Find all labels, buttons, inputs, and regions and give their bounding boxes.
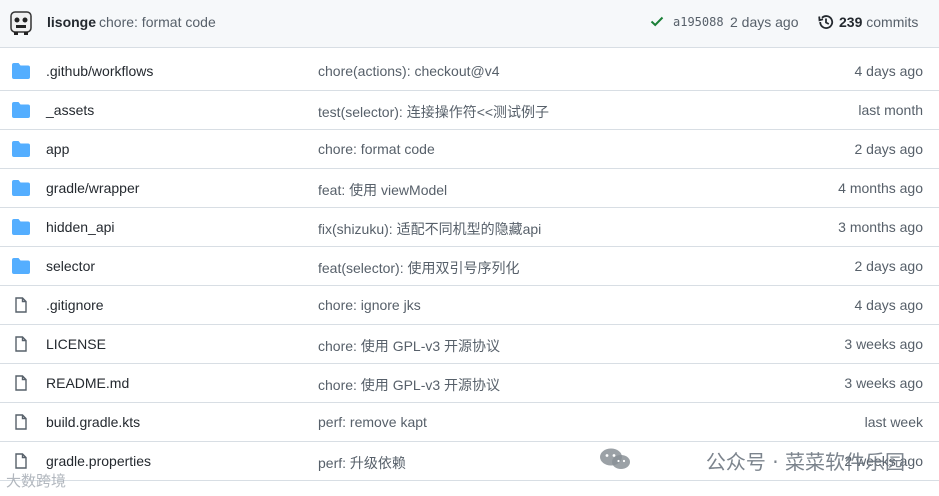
file-name[interactable]: gradle/wrapper: [46, 180, 139, 196]
commits-count: 239: [839, 14, 863, 30]
file-row[interactable]: .gitignore chore: ignore jks 4 days ago: [0, 286, 939, 325]
file-commit-time: 3 weeks ago: [844, 336, 923, 352]
file-icon: [15, 375, 27, 391]
file-row[interactable]: gradle/wrapper feat: 使用 viewModel 4 mont…: [0, 169, 939, 208]
file-name[interactable]: selector: [46, 258, 95, 274]
history-icon[interactable]: [817, 13, 835, 31]
file-commit-message[interactable]: perf: 升级依赖: [318, 453, 406, 473]
file-commit-message[interactable]: perf: remove kapt: [318, 414, 427, 430]
file-icon: [15, 453, 27, 469]
folder-icon: [12, 258, 30, 274]
file-commit-time: 4 days ago: [854, 63, 924, 79]
file-name[interactable]: hidden_api: [46, 219, 115, 235]
check-icon[interactable]: [649, 13, 665, 29]
folder-icon: [12, 180, 30, 196]
file-row[interactable]: LICENSE chore: 使用 GPL-v3 开源协议 3 weeks ag…: [0, 325, 939, 364]
commit-time: 2 days ago: [730, 14, 799, 30]
file-row[interactable]: build.gradle.kts perf: remove kapt last …: [0, 403, 939, 442]
folder-icon: [12, 141, 30, 157]
file-commit-time: 4 months ago: [838, 180, 923, 196]
file-name[interactable]: README.md: [46, 375, 129, 391]
commits-link[interactable]: 239 commits: [839, 14, 918, 30]
file-name[interactable]: .gitignore: [46, 297, 104, 313]
file-icon: [15, 297, 27, 313]
file-commit-message[interactable]: chore: format code: [318, 141, 435, 157]
commits-label: commits: [866, 14, 919, 30]
file-commit-time: 3 weeks ago: [844, 375, 923, 391]
latest-commit-bar: lisonge chore: format code a195088 2 day…: [0, 0, 939, 48]
file-icon: [15, 414, 27, 430]
file-commit-message[interactable]: fix(shizuku): 适配不同机型的隐藏api: [318, 219, 541, 239]
file-row[interactable]: README.md chore: 使用 GPL-v3 开源协议 3 weeks …: [0, 364, 939, 403]
file-commit-time: 2 days ago: [854, 258, 924, 274]
commit-author[interactable]: lisonge: [47, 14, 96, 30]
file-commit-time: last month: [858, 102, 923, 118]
file-row[interactable]: app chore: format code 2 days ago: [0, 130, 939, 169]
file-commit-time: 3 months ago: [838, 219, 923, 235]
avatar[interactable]: [8, 10, 34, 36]
commit-sha[interactable]: a195088: [673, 15, 724, 29]
folder-icon: [12, 63, 30, 79]
file-row[interactable]: _assets test(selector): 连接操作符<<测试例子 last…: [0, 91, 939, 130]
watermark: 公众号 · 菜菜软件乐园: [705, 450, 905, 474]
folder-icon: [12, 102, 30, 118]
file-name[interactable]: build.gradle.kts: [46, 414, 140, 430]
wechat-icon: [600, 448, 630, 469]
file-name[interactable]: LICENSE: [46, 336, 106, 352]
file-icon: [15, 336, 27, 352]
file-commit-message[interactable]: chore: ignore jks: [318, 297, 421, 313]
file-commit-message[interactable]: feat(selector): 使用双引号序列化: [318, 258, 519, 278]
file-name[interactable]: _assets: [46, 102, 94, 118]
file-commit-message[interactable]: chore: 使用 GPL-v3 开源协议: [318, 336, 500, 356]
file-commit-time: 4 days ago: [854, 297, 924, 313]
file-commit-time: 2 days ago: [854, 141, 924, 157]
file-commit-time: last week: [864, 414, 923, 430]
file-commit-message[interactable]: chore(actions): checkout@v4: [318, 63, 500, 79]
commit-message[interactable]: chore: format code: [99, 14, 216, 30]
file-commit-message[interactable]: chore: 使用 GPL-v3 开源协议: [318, 375, 500, 395]
file-commit-message[interactable]: feat: 使用 viewModel: [318, 180, 447, 200]
corner-watermark: 大数跨境: [6, 473, 67, 490]
file-name[interactable]: gradle.properties: [46, 453, 151, 469]
file-row[interactable]: hidden_api fix(shizuku): 适配不同机型的隐藏api 3 …: [0, 208, 939, 247]
file-name[interactable]: .github/workflows: [46, 63, 153, 79]
folder-icon: [12, 219, 30, 235]
file-commit-message[interactable]: test(selector): 连接操作符<<测试例子: [318, 102, 549, 122]
file-row[interactable]: .github/workflows chore(actions): checko…: [0, 52, 939, 91]
file-name[interactable]: app: [46, 141, 69, 157]
file-row[interactable]: selector feat(selector): 使用双引号序列化 2 days…: [0, 247, 939, 286]
